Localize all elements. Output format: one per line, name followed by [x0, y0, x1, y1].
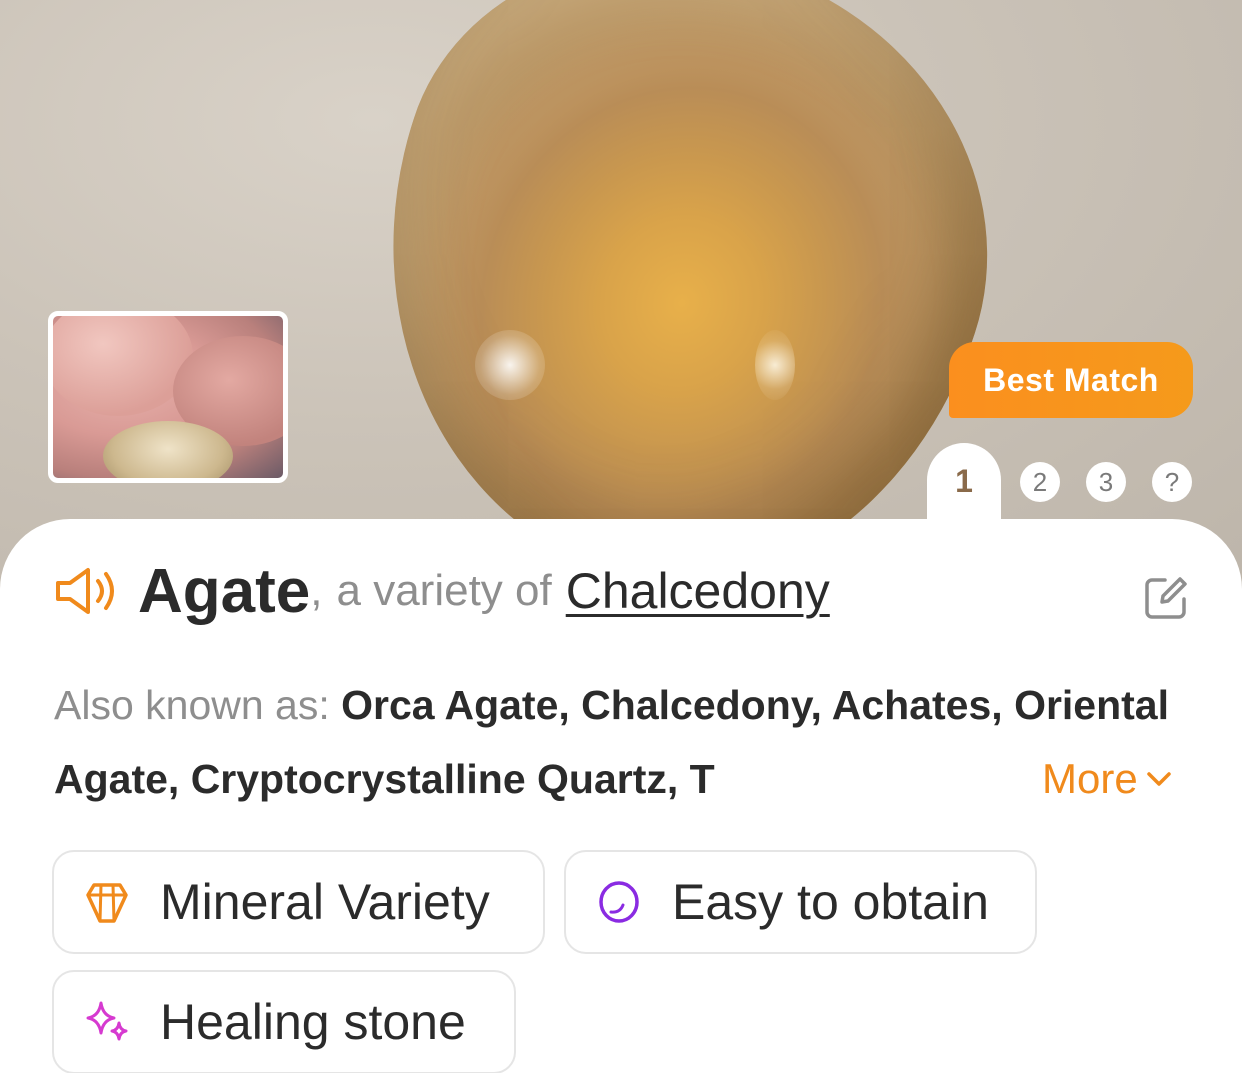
edit-icon[interactable]: [1143, 575, 1189, 621]
specimen-photo: [0, 0, 1242, 600]
tag-label: Mineral Variety: [160, 874, 490, 930]
rank-tab-unknown[interactable]: ?: [1152, 462, 1192, 502]
aliases-label: Also known as:: [54, 682, 330, 728]
speaker-icon[interactable]: [54, 565, 122, 617]
best-match-badge: Best Match: [949, 342, 1193, 418]
crystal-icon: [86, 883, 128, 923]
more-label: More: [1042, 755, 1138, 802]
thumbnail-finger: [53, 316, 193, 416]
tag-label: Healing stone: [160, 994, 466, 1050]
variety-text: a variety of: [336, 566, 552, 615]
tag-healing-stone[interactable]: Healing stone: [52, 970, 516, 1073]
stone-highlight: [755, 330, 795, 400]
thumbnail-stone: [103, 421, 233, 478]
more-button[interactable]: More: [1040, 742, 1172, 816]
pebble-icon: [599, 881, 639, 923]
tag-mineral-variety[interactable]: Mineral Variety: [52, 850, 545, 954]
result-title: Agate , a variety of Chalcedony: [54, 556, 1188, 626]
mineral-name: Agate: [138, 556, 311, 626]
rank-tab-2[interactable]: 2: [1020, 462, 1060, 502]
chevron-down-icon: [1146, 772, 1171, 786]
parent-mineral-link[interactable]: Chalcedony: [566, 562, 830, 620]
rank-tab-3[interactable]: 3: [1086, 462, 1126, 502]
sparkle-icon: [86, 1001, 128, 1041]
stone-highlight: [475, 330, 545, 400]
title-separator: ,: [310, 566, 323, 615]
aliases-fade: [1000, 742, 1042, 816]
user-photo-thumbnail[interactable]: [48, 311, 288, 483]
tag-label: Easy to obtain: [672, 874, 989, 930]
tag-easy-to-obtain[interactable]: Easy to obtain: [564, 850, 1037, 954]
